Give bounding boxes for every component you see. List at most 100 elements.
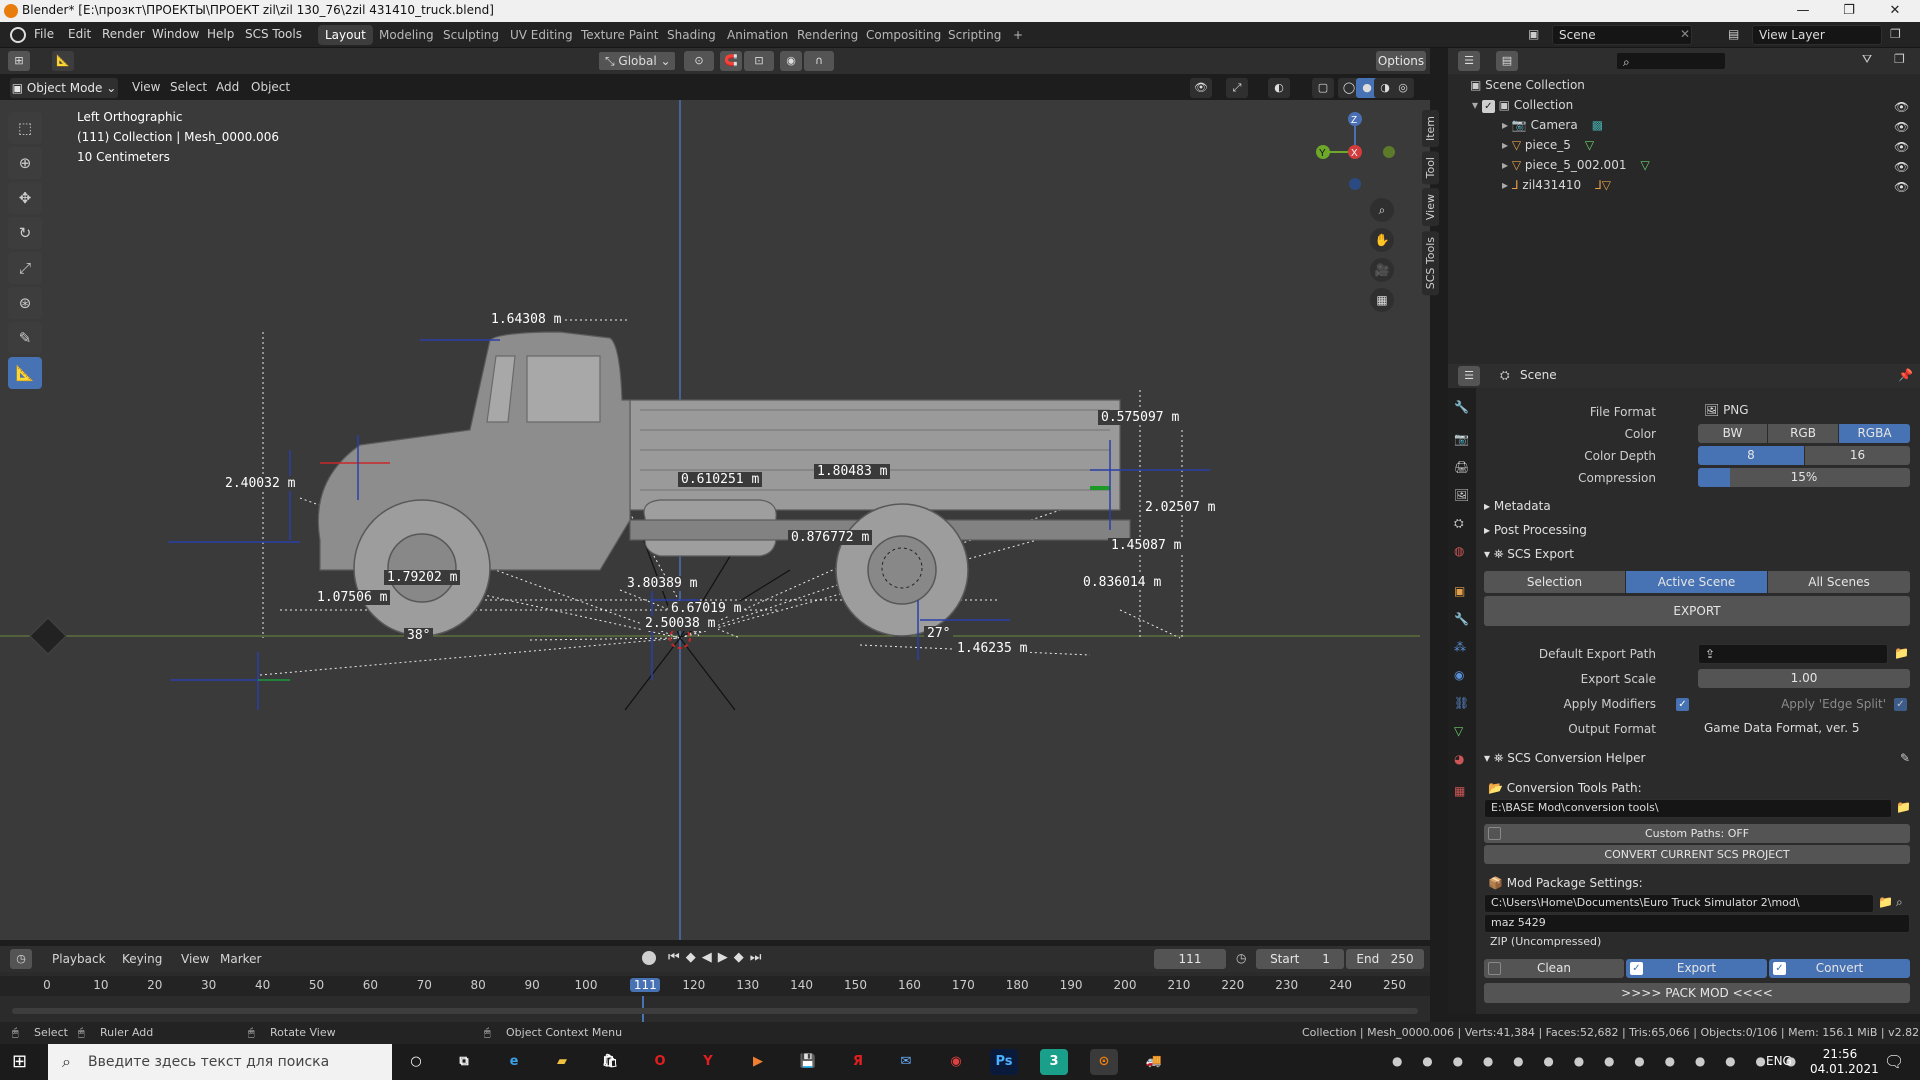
color-depth-8-button[interactable]: 8: [1698, 446, 1804, 465]
measure-tool-icon[interactable]: 📐: [8, 357, 42, 389]
timeline-menu-playback[interactable]: Playback: [52, 952, 106, 966]
export-checkbox[interactable]: ✓: [1630, 962, 1643, 975]
cortana-icon[interactable]: ○: [402, 1049, 430, 1075]
record-icon[interactable]: [642, 951, 656, 965]
menu-render[interactable]: Render: [102, 27, 145, 41]
outliner-search-input[interactable]: ⌕: [1616, 52, 1726, 70]
edge-browser-icon[interactable]: e: [500, 1049, 528, 1075]
color-rgb-button[interactable]: RGB: [1768, 424, 1838, 443]
texture-properties-icon[interactable]: ▦: [1454, 784, 1465, 798]
snap-icon[interactable]: 🧲: [720, 51, 742, 71]
measurement-label[interactable]: 1.64308 m: [488, 312, 565, 327]
apply-modifiers-checkbox[interactable]: ✓: [1676, 698, 1689, 711]
output-properties-icon[interactable]: 🖨: [1454, 460, 1469, 474]
convert-current-project-button[interactable]: CONVERT CURRENT SCS PROJECT: [1484, 845, 1910, 864]
timeline-area[interactable]: 0 10 20 30 40 50 60 70 80 90 100 111 120 130 140 150 160…: [0, 972, 1430, 1022]
media-player-icon[interactable]: ▶: [744, 1049, 772, 1075]
custom-paths-checkbox[interactable]: [1488, 827, 1501, 840]
current-frame-field[interactable]: 111: [1154, 949, 1226, 969]
tab-compositing[interactable]: Compositing: [859, 25, 948, 45]
measurement-label[interactable]: 0.836014 m: [1080, 575, 1165, 590]
measurement-label[interactable]: 1.45087 m: [1108, 538, 1185, 553]
outliner-root[interactable]: ▣ Scene Collection: [1470, 78, 1585, 98]
mail-icon[interactable]: ✉: [892, 1049, 920, 1075]
default-export-path-field[interactable]: ⇪: [1698, 644, 1888, 664]
pivot-point-icon[interactable]: ⊙: [684, 51, 714, 71]
viewport-canvas[interactable]: Z Y X: [0, 100, 1430, 940]
move-tool-icon[interactable]: ✥: [8, 182, 42, 214]
outliner-collection-row[interactable]: ▾ ✓ ▣ Collection: [1472, 98, 1912, 118]
tab-modeling[interactable]: Modeling: [372, 25, 441, 45]
menu-edit[interactable]: Edit: [68, 27, 91, 41]
notifications-icon[interactable]: 🗨: [1884, 1052, 1904, 1071]
color-depth-16-button[interactable]: 16: [1805, 446, 1910, 465]
menu-scs-tools[interactable]: SCS Tools: [245, 27, 302, 41]
tab-texture-paint[interactable]: Texture Paint: [574, 25, 665, 45]
menu-file[interactable]: File: [34, 27, 54, 41]
pin-icon[interactable]: 📌: [1898, 368, 1913, 382]
view-layer-icon[interactable]: ▤: [1728, 27, 1744, 43]
outliner-item[interactable]: ▸ 📷 Camera ▩: [1502, 118, 1603, 138]
blender-menu-icon[interactable]: [10, 27, 26, 43]
export-toggle[interactable]: ✓ Export: [1626, 959, 1767, 978]
annotate-tool-icon[interactable]: ✎: [8, 322, 42, 354]
material-properties-icon[interactable]: ◕: [1454, 752, 1464, 766]
options-dropdown[interactable]: Options: [1376, 51, 1426, 71]
viewport-menu-object[interactable]: Object: [251, 80, 290, 94]
measurement-label[interactable]: 1.80483 m: [814, 464, 891, 479]
physics-properties-icon[interactable]: ◉: [1454, 668, 1464, 682]
viewport-menu-add[interactable]: Add: [216, 80, 239, 94]
color-rgba-button[interactable]: RGBA: [1839, 424, 1910, 443]
timeline-ruler[interactable]: 0 10 20 30 40 50 60 70 80 90 100 111 120 130 140 150 160…: [0, 976, 1430, 996]
export-all-scenes-button[interactable]: All Scenes: [1768, 571, 1910, 593]
transform-orientation-dropdown[interactable]: ⤡ Global ⌄: [598, 51, 676, 71]
camera-view-icon[interactable]: 🎥: [1370, 258, 1394, 282]
folder-icon[interactable]: 📁: [1878, 895, 1893, 909]
viewport-menu-select[interactable]: Select: [170, 80, 207, 94]
visibility-eye-icon[interactable]: 👁: [1894, 160, 1909, 174]
timeline-menu-keying[interactable]: Keying: [122, 952, 162, 966]
visibility-icon[interactable]: 👁: [1190, 78, 1212, 98]
tab-uv-editing[interactable]: UV Editing: [503, 25, 580, 45]
folder-icon[interactable]: 📁: [1894, 646, 1909, 660]
system-tray-icons[interactable]: ● ● ● ● ● ● ● ● ● ● ● ● ● ●: [1392, 1054, 1804, 1068]
measurement-label[interactable]: 0.575097 m: [1098, 410, 1183, 425]
compression-slider[interactable]: 15%: [1698, 468, 1910, 487]
viewport-menu-view[interactable]: View: [132, 80, 160, 94]
particles-properties-icon[interactable]: ⁂: [1454, 640, 1466, 654]
windows-start-icon[interactable]: ⊞: [12, 1053, 32, 1073]
tab-shading[interactable]: Shading: [660, 25, 723, 45]
task-view-icon[interactable]: ⧉: [450, 1049, 478, 1075]
custom-paths-toggle[interactable]: Custom Paths: OFF: [1484, 824, 1910, 843]
data-properties-icon[interactable]: ▽: [1454, 724, 1463, 738]
measurement-label[interactable]: 1.79202 m: [384, 570, 461, 585]
gizmo-toggle-icon[interactable]: ⤢: [1226, 78, 1248, 98]
convert-checkbox[interactable]: ✓: [1773, 962, 1786, 975]
pan-hand-icon[interactable]: ✋: [1370, 228, 1394, 252]
ortho-grid-icon[interactable]: ▦: [1370, 288, 1394, 312]
display-mode-icon[interactable]: ▤: [1496, 51, 1518, 71]
overlay-toggle-icon[interactable]: ◐: [1268, 78, 1290, 98]
export-active-scene-button[interactable]: Active Scene: [1626, 571, 1767, 593]
timeline-editor-icon[interactable]: ◷: [10, 949, 32, 969]
properties-editor-icon[interactable]: ☰: [1458, 366, 1480, 386]
folder-icon[interactable]: 📁: [1896, 800, 1911, 814]
measurement-label[interactable]: 3.80389 m: [624, 576, 701, 591]
conversion-tools-path-field[interactable]: E:\BASE Mod\conversion tools\: [1484, 799, 1892, 818]
scale-tool-icon[interactable]: ⤢: [8, 252, 42, 284]
zip-mode-dropdown[interactable]: ZIP (Uncompressed): [1484, 934, 1910, 953]
object-mode-dropdown[interactable]: ▣ Object Mode ⌄: [10, 78, 118, 98]
truck-app-icon[interactable]: 🚚: [1140, 1049, 1168, 1075]
close-window-button[interactable]: ✕: [1872, 0, 1918, 22]
sidebar-tab-view[interactable]: View: [1422, 188, 1439, 227]
convert-toggle[interactable]: ✓ Convert: [1769, 959, 1910, 978]
store-icon[interactable]: 🛍: [596, 1049, 624, 1075]
tab-sculpting[interactable]: Sculpting: [436, 25, 506, 45]
rotate-tool-icon[interactable]: ↻: [8, 217, 42, 249]
proportional-edit-icon[interactable]: ◉: [780, 51, 802, 71]
blender-taskbar-icon[interactable]: ⊙: [1090, 1049, 1118, 1075]
world-properties-icon[interactable]: ◍: [1454, 544, 1464, 558]
measurement-label[interactable]: 1.07506 m: [314, 590, 391, 605]
cursor-tool-icon[interactable]: ⊕: [8, 147, 42, 179]
measurement-label[interactable]: 6.67019 m: [668, 601, 745, 616]
